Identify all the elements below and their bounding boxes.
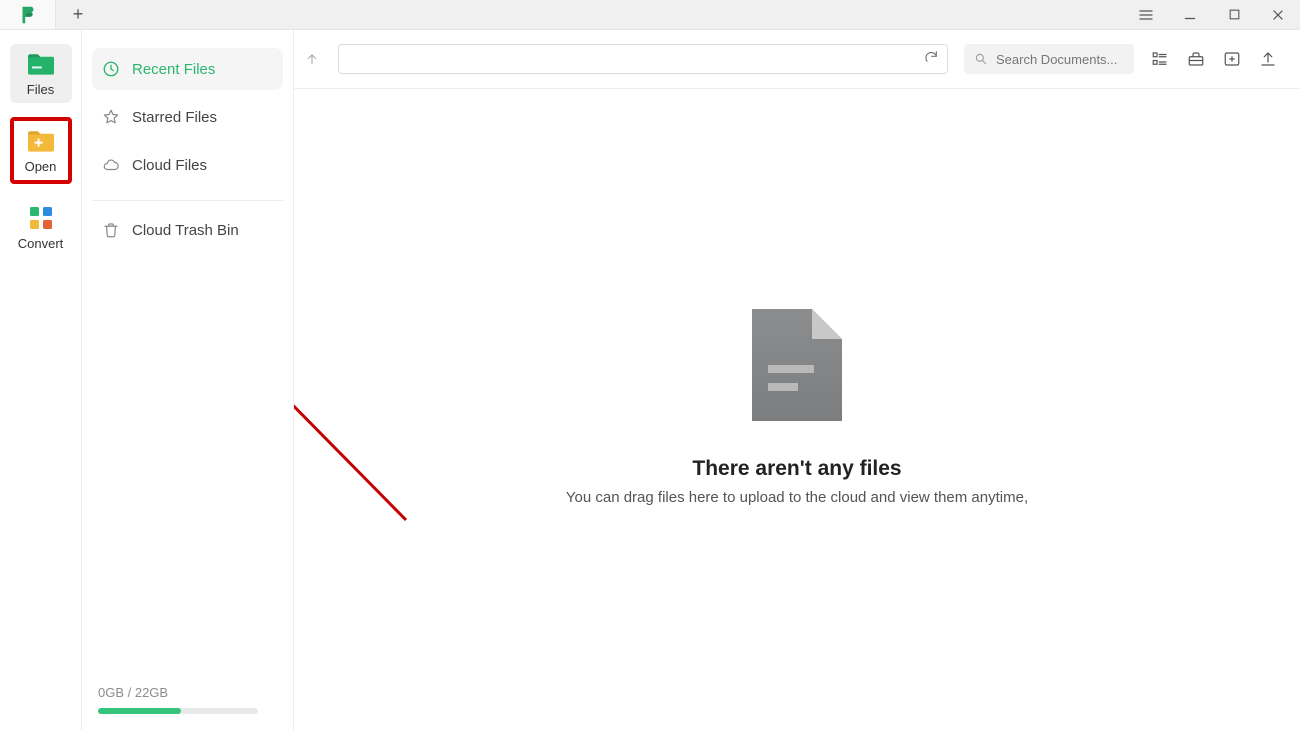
files-icon bbox=[27, 52, 55, 76]
empty-title: There aren't any files bbox=[692, 457, 901, 481]
tools-button[interactable] bbox=[1186, 49, 1206, 69]
maximize-icon bbox=[1228, 8, 1241, 21]
rail-item-files[interactable]: Files bbox=[10, 44, 72, 103]
storage-bar bbox=[98, 708, 258, 714]
maximize-button[interactable] bbox=[1212, 0, 1256, 29]
search-input[interactable]: Search Documents... bbox=[964, 44, 1134, 74]
toolbox-icon bbox=[1187, 50, 1205, 68]
plus-icon: + bbox=[73, 4, 84, 25]
new-tab-button[interactable]: + bbox=[56, 0, 100, 29]
arrow-up-icon bbox=[305, 52, 319, 66]
panel-item-trash[interactable]: Cloud Trash Bin bbox=[92, 209, 283, 251]
rail-item-convert[interactable]: Convert bbox=[10, 198, 72, 257]
panel-item-recent-label: Recent Files bbox=[132, 61, 215, 78]
search-placeholder: Search Documents... bbox=[996, 52, 1117, 67]
star-icon bbox=[102, 108, 120, 126]
up-button[interactable] bbox=[302, 52, 322, 66]
hamburger-icon bbox=[1138, 7, 1154, 23]
storage-text: 0GB / 22GB bbox=[98, 685, 277, 700]
address-bar[interactable] bbox=[338, 44, 948, 74]
list-view-icon bbox=[1151, 50, 1169, 68]
view-list-button[interactable] bbox=[1150, 49, 1170, 69]
app-logo-icon bbox=[17, 4, 39, 26]
clock-icon bbox=[102, 60, 120, 78]
main-layout: Files Open Convert bbox=[0, 30, 1300, 730]
panel-item-cloud-label: Cloud Files bbox=[132, 157, 207, 174]
storage-footer: 0GB / 22GB bbox=[92, 685, 283, 720]
refresh-icon bbox=[923, 49, 939, 65]
app-logo-tab[interactable] bbox=[0, 0, 56, 29]
empty-document-icon bbox=[752, 309, 842, 421]
new-folder-icon bbox=[1223, 50, 1241, 68]
refresh-button[interactable] bbox=[923, 49, 939, 70]
rail-item-files-label: Files bbox=[27, 82, 54, 97]
cloud-icon bbox=[102, 156, 120, 174]
upload-icon bbox=[1259, 50, 1277, 68]
close-button[interactable] bbox=[1256, 0, 1300, 29]
panel-item-cloud[interactable]: Cloud Files bbox=[92, 144, 283, 186]
minimize-icon bbox=[1183, 8, 1197, 22]
rail-item-open[interactable]: Open bbox=[10, 117, 72, 184]
upload-button[interactable] bbox=[1258, 49, 1278, 69]
left-rail: Files Open Convert bbox=[0, 30, 82, 730]
titlebar: + bbox=[0, 0, 1300, 30]
rail-item-convert-label: Convert bbox=[18, 236, 64, 251]
storage-bar-fill bbox=[98, 708, 181, 714]
panel-item-trash-label: Cloud Trash Bin bbox=[132, 222, 239, 239]
open-icon bbox=[27, 129, 55, 153]
panel-item-starred[interactable]: Starred Files bbox=[92, 96, 283, 138]
close-icon bbox=[1271, 8, 1285, 22]
content-area: Search Documents... bbox=[294, 30, 1300, 730]
empty-subtitle: You can drag files here to upload to the… bbox=[566, 489, 1028, 506]
convert-icon bbox=[27, 206, 55, 230]
side-panel: Recent Files Starred Files Cloud Files C… bbox=[82, 30, 294, 730]
new-folder-button[interactable] bbox=[1222, 49, 1242, 69]
trash-icon bbox=[102, 221, 120, 239]
empty-state: There aren't any files You can drag file… bbox=[294, 89, 1300, 730]
menu-button[interactable] bbox=[1124, 0, 1168, 29]
search-icon bbox=[974, 52, 988, 66]
titlebar-spacer bbox=[100, 0, 1124, 29]
minimize-button[interactable] bbox=[1168, 0, 1212, 29]
panel-divider bbox=[92, 200, 283, 201]
rail-item-open-label: Open bbox=[25, 159, 57, 174]
panel-item-recent[interactable]: Recent Files bbox=[92, 48, 283, 90]
content-topbar: Search Documents... bbox=[294, 30, 1300, 89]
panel-item-starred-label: Starred Files bbox=[132, 109, 217, 126]
